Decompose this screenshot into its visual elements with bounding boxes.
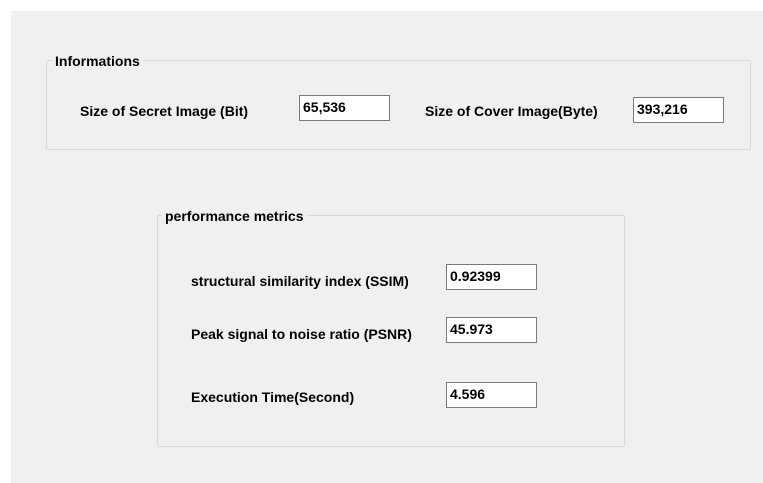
ssim-label: structural similarity index (SSIM) — [191, 273, 409, 289]
secret-image-size-field[interactable]: 65,536 — [299, 95, 390, 121]
cover-image-size-field[interactable]: 393,216 — [633, 97, 724, 123]
cover-image-size-label: Size of Cover Image(Byte) — [425, 103, 598, 119]
performance-metrics-group-title: performance metrics — [162, 208, 307, 224]
psnr-field[interactable]: 45.973 — [446, 317, 537, 343]
ssim-field[interactable]: 0.92399 — [446, 264, 537, 290]
secret-image-size-label: Size of Secret Image (Bit) — [80, 103, 249, 119]
informations-group-title: Informations — [52, 53, 143, 69]
psnr-label: Peak signal to noise ratio (PSNR) — [191, 326, 412, 342]
execution-time-field[interactable]: 4.596 — [446, 382, 537, 408]
execution-time-label: Execution Time(Second) — [191, 389, 355, 405]
